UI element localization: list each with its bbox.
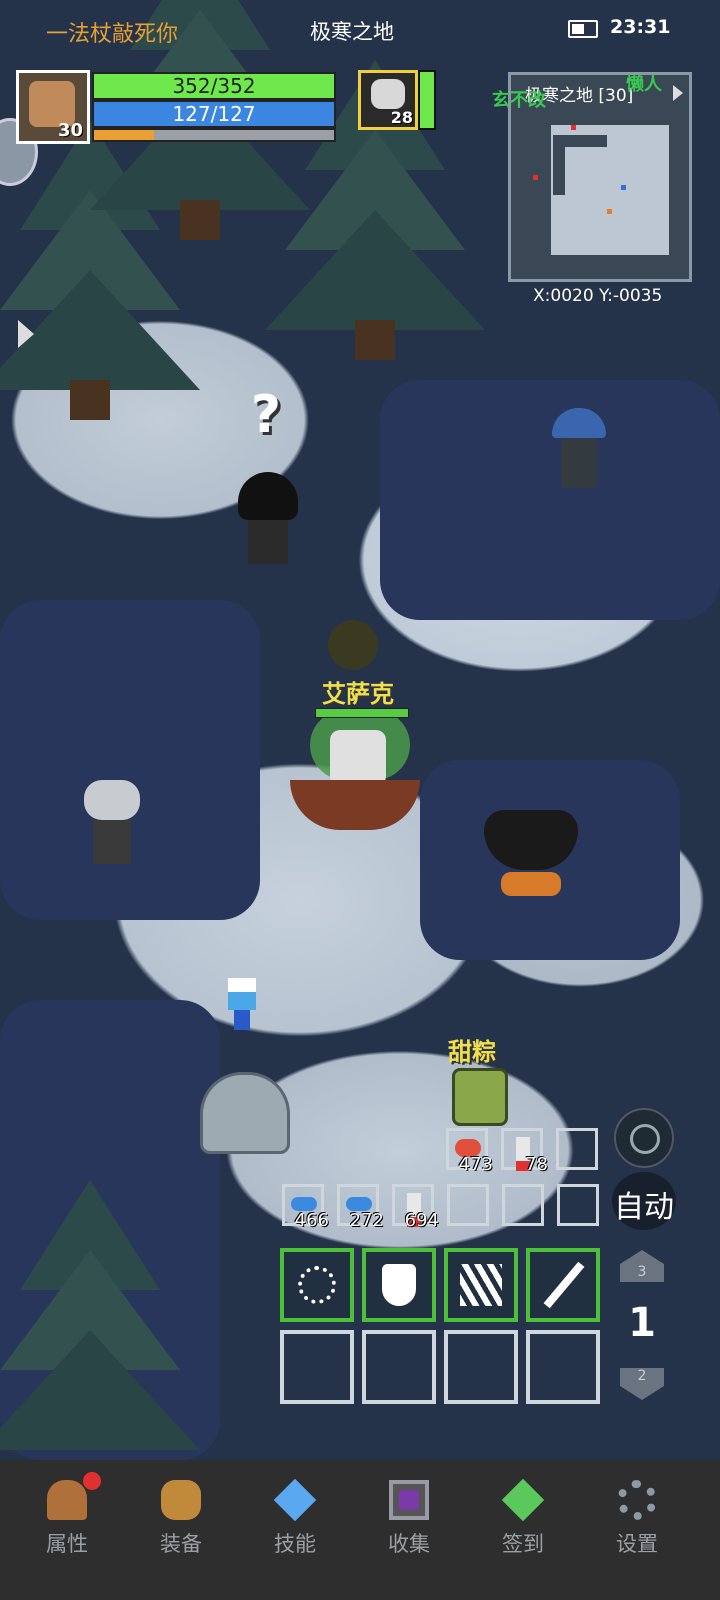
npc-blue-hat[interactable] [552, 408, 606, 492]
pet-zongzi[interactable] [452, 1068, 508, 1126]
item-count: 78 [525, 1154, 548, 1175]
target-hp-fill [420, 72, 434, 128]
skill-orb-icon [273, 1478, 317, 1522]
nav-label: 收集 [388, 1532, 430, 1556]
claw-icon [460, 1264, 502, 1306]
overlay-player-name: 玄不改 [492, 90, 546, 111]
switch-target-button[interactable] [614, 1108, 674, 1168]
item-slot[interactable]: 78 [501, 1128, 548, 1175]
exp-bar-fill [94, 130, 154, 140]
hp-bar: 352/352 [92, 72, 336, 100]
minimap-marker [533, 175, 538, 180]
skill-slot-empty[interactable] [362, 1330, 436, 1404]
item-slot[interactable]: 473 [446, 1128, 493, 1175]
collection-box-icon [389, 1480, 429, 1520]
terrain-patch [380, 380, 720, 620]
item-count: 466 [294, 1210, 329, 1231]
npc-white-hair[interactable] [84, 780, 140, 864]
target-hp-bar [418, 70, 436, 130]
minimap-path [553, 135, 565, 195]
sword-icon [543, 1261, 585, 1309]
pet-name-label: 甜粽 [448, 1038, 496, 1066]
minimap-marker [571, 125, 576, 130]
page-up-number: 3 [620, 1264, 664, 1282]
side-expand-arrow-icon[interactable] [18, 320, 34, 348]
auto-button[interactable]: 自动 [612, 1172, 676, 1230]
page-up-button[interactable]: 3 [620, 1250, 664, 1282]
notification-badge [83, 1472, 101, 1490]
hp-text: 352/352 [172, 74, 256, 98]
npc-name-label: 艾萨克 [322, 680, 394, 708]
mp-text: 127/127 [172, 102, 256, 126]
clock: 23:31 [610, 16, 671, 38]
nav-label: 签到 [502, 1532, 544, 1556]
terrain-patch [0, 600, 260, 920]
skill-slot-1[interactable] [280, 1248, 354, 1322]
item-slot-empty[interactable] [557, 1184, 599, 1226]
quest-marker-icon[interactable]: ? [243, 388, 289, 442]
auto-label: 自动 [614, 1190, 674, 1225]
bottom-nav: 属性 装备 技能 收集 签到 设置 [0, 1460, 720, 1600]
burst-icon [298, 1266, 336, 1304]
page-down-button[interactable]: 2 [620, 1368, 664, 1400]
npc-villager[interactable] [238, 472, 298, 568]
target-portrait[interactable]: 28 [358, 70, 418, 130]
player-level: 30 [57, 120, 83, 141]
nav-equipment[interactable]: 装备 [136, 1480, 226, 1558]
player-portrait[interactable]: 30 [16, 70, 90, 144]
item-count: 694 [404, 1210, 439, 1231]
skill-slot-4[interactable] [526, 1248, 600, 1322]
battery-icon [568, 20, 598, 38]
item-slot-empty[interactable] [556, 1128, 598, 1170]
item-slot[interactable]: 466 [282, 1184, 329, 1231]
nav-label: 设置 [616, 1532, 658, 1556]
item-slot[interactable]: 694 [392, 1184, 439, 1231]
skill-slot-3[interactable] [444, 1248, 518, 1322]
helmet-icon [47, 1472, 101, 1520]
player-character[interactable] [290, 620, 430, 840]
skill-slot-empty[interactable] [444, 1330, 518, 1404]
npc-health-bar [315, 708, 409, 718]
item-slot[interactable]: 272 [337, 1184, 384, 1231]
exp-bar [92, 128, 336, 142]
guild-name: 一法杖敲死你 [46, 22, 179, 47]
target-level: 28 [390, 108, 413, 127]
item-slot-empty[interactable] [502, 1184, 544, 1226]
mp-bar: 127/127 [92, 100, 336, 128]
item-count: 473 [458, 1154, 493, 1175]
nav-collection[interactable]: 收集 [364, 1480, 454, 1558]
nav-checkin[interactable]: 签到 [478, 1478, 568, 1558]
current-page: 1 [628, 1300, 656, 1346]
gear-icon [617, 1480, 657, 1520]
cauldron[interactable] [484, 810, 578, 896]
page-down-number: 2 [620, 1368, 664, 1386]
minimap-expand-icon[interactable] [673, 85, 683, 101]
skill-slot-2[interactable] [362, 1248, 436, 1322]
player-coords: X:0020 Y:-0035 [533, 286, 663, 306]
nav-label: 装备 [160, 1532, 202, 1556]
skill-slot-empty[interactable] [526, 1330, 600, 1404]
overlay-player-name: 懒人 [626, 74, 662, 95]
nav-settings[interactable]: 设置 [592, 1480, 682, 1558]
item-slot-empty[interactable] [447, 1184, 489, 1226]
nav-skills[interactable]: 技能 [250, 1478, 340, 1558]
nav-label: 技能 [274, 1532, 316, 1556]
snow-boulder [200, 1072, 290, 1154]
cycle-icon [630, 1124, 660, 1154]
shield-slash-icon [382, 1264, 416, 1306]
minimap-marker [607, 209, 612, 214]
nav-attributes[interactable]: 属性 [22, 1472, 112, 1558]
bag-icon [161, 1480, 201, 1520]
map-name-status: 极寒之地 [310, 20, 394, 44]
fish-icon [291, 1197, 317, 1211]
nav-label: 属性 [46, 1532, 88, 1556]
skull-icon [371, 79, 405, 109]
minimap-marker [621, 185, 626, 190]
skill-slot-empty[interactable] [280, 1330, 354, 1404]
fish-icon [346, 1197, 372, 1211]
gem-icon [501, 1478, 545, 1522]
blue-crystal-pickup[interactable] [228, 978, 256, 1030]
item-count: 272 [349, 1210, 384, 1231]
